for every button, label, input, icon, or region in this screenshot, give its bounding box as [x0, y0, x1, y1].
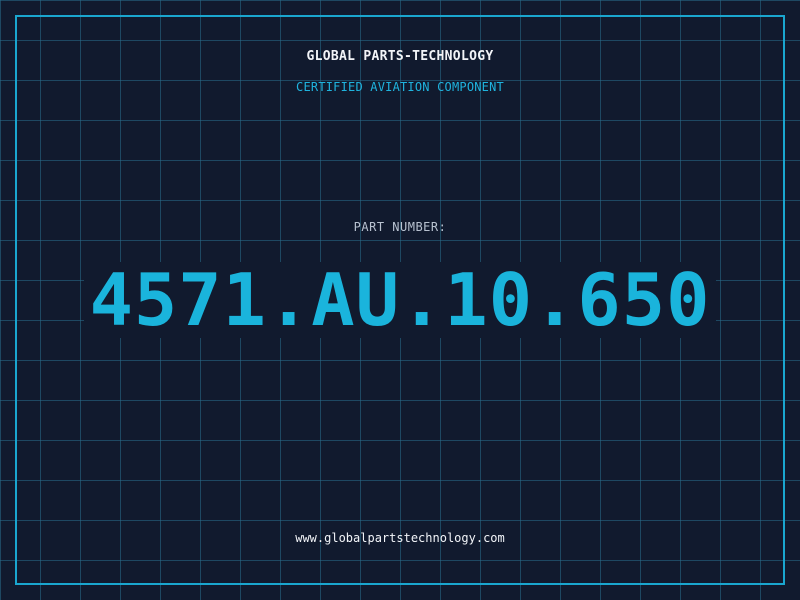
company-name: GLOBAL PARTS-TECHNOLOGY [306, 49, 494, 64]
certification-subtitle: CERTIFIED AVIATION COMPONENT [296, 80, 504, 94]
blueprint-canvas: GLOBAL PARTS-TECHNOLOGY CERTIFIED AVIATI… [0, 0, 800, 600]
part-number-value: 4571.AU.10.650 [83, 262, 717, 338]
part-number-label: PART NUMBER: [353, 220, 447, 234]
website-url: www.globalpartstechnology.com [295, 531, 505, 545]
part-number-container: 4571.AU.10.650 [0, 262, 800, 338]
